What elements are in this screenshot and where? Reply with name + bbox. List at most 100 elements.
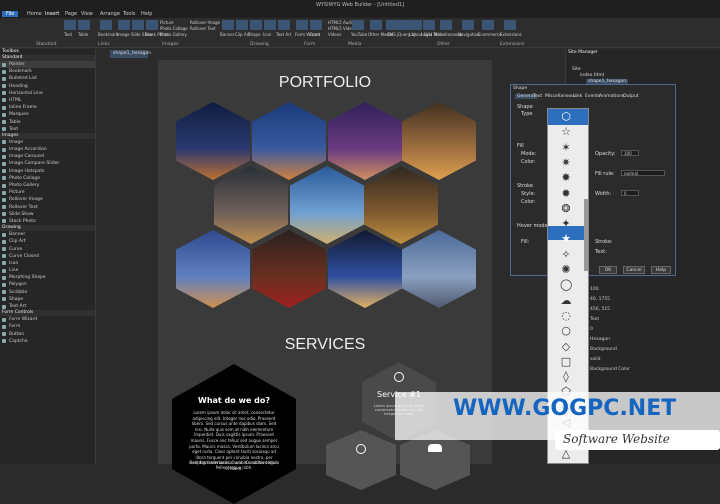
stock-photo-button-icon[interactable] (146, 20, 158, 30)
layout-grid-button-icon[interactable] (410, 20, 422, 30)
image-button-icon[interactable] (118, 20, 130, 30)
banner-button-icon[interactable] (222, 20, 234, 30)
menu-view[interactable]: View (81, 11, 93, 17)
toolbox-item[interactable]: Image Accordion (0, 146, 95, 153)
menu-home[interactable]: Home (27, 11, 42, 17)
toolbox-item[interactable]: Text Art (0, 303, 95, 310)
table-button-icon[interactable] (78, 20, 90, 30)
circle-shape-icon[interactable]: ◯ (560, 279, 572, 291)
menu-file[interactable]: File (2, 11, 19, 17)
portfolio-photo[interactable] (328, 230, 402, 308)
portfolio-photo[interactable] (402, 230, 476, 308)
toolbox-item[interactable]: Image (0, 139, 95, 146)
star6-shape-icon[interactable]: ✶ (560, 141, 572, 154)
prop-value[interactable]: 100 (590, 285, 642, 295)
toolbox-item[interactable]: Picture (0, 189, 95, 196)
youtube-button-icon[interactable] (352, 20, 364, 30)
toolbox-item[interactable]: Scribble (0, 289, 95, 296)
toolbox-item[interactable]: Curve Closed (0, 253, 95, 260)
star8-shape-icon[interactable]: ✸ (560, 172, 572, 184)
width-input[interactable]: 0 (621, 190, 639, 196)
portfolio-photo[interactable] (252, 102, 326, 180)
textart-button-icon[interactable] (278, 20, 290, 30)
diamond-shape-icon[interactable]: ◇ (560, 340, 572, 353)
toolbox-item[interactable]: Rollover Image (0, 196, 95, 203)
star5-shape-icon[interactable]: ☆ (560, 126, 572, 138)
ribbon-label[interactable]: Rollover Text (190, 26, 216, 31)
what-hexagon[interactable]: What do we do? Lorem ipsum dolor sit ame… (172, 364, 296, 504)
ecommerce-button-icon[interactable] (482, 20, 494, 30)
fill-rule-select[interactable]: normal (621, 170, 665, 176)
toolbox-item[interactable]: Curve (0, 246, 95, 253)
clock-hexagon[interactable] (326, 430, 396, 490)
tab-link[interactable]: Link (573, 94, 582, 99)
portfolio-photo[interactable] (290, 166, 364, 244)
portfolio-photo[interactable] (402, 102, 476, 180)
prop-value[interactable]: Hexagon (590, 335, 642, 345)
cms-button-icon[interactable] (386, 20, 398, 30)
toolbox-item[interactable]: Shape (0, 296, 95, 303)
toolbox-item[interactable]: Photo Collage (0, 175, 95, 182)
toolbox-item[interactable]: Table (0, 119, 95, 126)
toolbox-item[interactable]: Image Compare Slider (0, 160, 95, 167)
toolbox-item[interactable]: Inline Frame (0, 104, 95, 111)
toolbox-item[interactable]: Stock Photo (0, 218, 95, 225)
portfolio-photo[interactable] (176, 102, 250, 180)
toolbox-item[interactable]: Form (0, 323, 95, 330)
star7-shape-icon[interactable]: ✷ (560, 156, 572, 169)
toolbox-item[interactable]: Slide Show (0, 211, 95, 218)
portfolio-photo[interactable] (176, 230, 250, 308)
tree-site[interactable]: Site (572, 67, 581, 72)
toolbox-item[interactable]: Form Wizard (0, 316, 95, 323)
ribbon-label[interactable]: Photo Gallery (160, 32, 187, 37)
tab-events[interactable]: Events (585, 94, 600, 99)
form-wizard-button-icon[interactable] (296, 20, 308, 30)
shape-button-icon[interactable] (250, 20, 262, 30)
callout-oval-shape-icon[interactable]: ◌ (560, 309, 572, 322)
star4-shape-icon[interactable]: ✦ (560, 218, 572, 230)
tab-misc[interactable]: Miscellaneous (545, 94, 577, 99)
text-button-icon[interactable] (64, 20, 76, 30)
bookmark-button-icon[interactable] (100, 20, 112, 30)
toolbox-item[interactable]: Polygon (0, 281, 95, 288)
ribbon-label[interactable]: Videos (328, 32, 341, 37)
toolbox-item[interactable]: Line (0, 267, 95, 274)
ribbon-label[interactable]: Rollover Image (190, 20, 220, 25)
other-media-button-icon[interactable] (370, 20, 382, 30)
toolbox-item[interactable]: Bulleted List (0, 75, 95, 82)
burst-shape-icon[interactable]: ✺ (560, 264, 572, 276)
oval-shape-icon[interactable]: ○ (560, 325, 572, 337)
tree-page[interactable]: index.html (580, 73, 604, 78)
toolbox-item[interactable]: Text (0, 126, 95, 133)
ribbon-label[interactable]: Photo Collage (160, 26, 188, 31)
portfolio-photo[interactable] (252, 230, 326, 308)
hexagon-shape-icon[interactable]: ⬡ (560, 111, 572, 123)
opacity-input[interactable]: 100 (621, 150, 639, 156)
toolbox-item[interactable]: Captcha (0, 338, 95, 345)
jqueryui-button-icon[interactable] (398, 20, 410, 30)
ribbon-label[interactable]: HTML5 Audio (328, 20, 354, 25)
menu-arrange[interactable]: Arrange (100, 11, 120, 17)
ribbon-label[interactable]: Picture (160, 20, 174, 25)
menu-insert[interactable]: Insert (45, 11, 59, 17)
clipart-button-icon[interactable] (236, 20, 248, 30)
toolbox-item[interactable]: Photo Gallery (0, 182, 95, 189)
toolbox-item[interactable]: Horizontal Line (0, 90, 95, 97)
ok-button[interactable]: OK (599, 266, 617, 274)
help-button[interactable]: Help (651, 266, 671, 274)
prop-value[interactable]: 456, 515 (590, 305, 642, 315)
toolbox-item[interactable]: Rollover Text (0, 204, 95, 211)
star10-shape-icon[interactable]: ✹ (560, 187, 572, 200)
menu-help[interactable]: Help (141, 11, 152, 17)
dropdown-scrollbar[interactable] (584, 199, 588, 271)
prop-value[interactable]: solid (590, 355, 642, 365)
cancel-button[interactable]: Cancel (623, 266, 645, 274)
toolbox-item[interactable]: Icon (0, 260, 95, 267)
menu-tools[interactable]: Tools (123, 11, 135, 17)
navigation-button-icon[interactable] (462, 20, 474, 30)
toolbox-item[interactable]: Image Carousel (0, 153, 95, 160)
toolbox-item[interactable]: Button (0, 331, 95, 338)
menu-page[interactable]: Page (65, 11, 77, 17)
slideshow-button-icon[interactable] (132, 20, 144, 30)
tab-output[interactable]: Output (623, 94, 639, 99)
